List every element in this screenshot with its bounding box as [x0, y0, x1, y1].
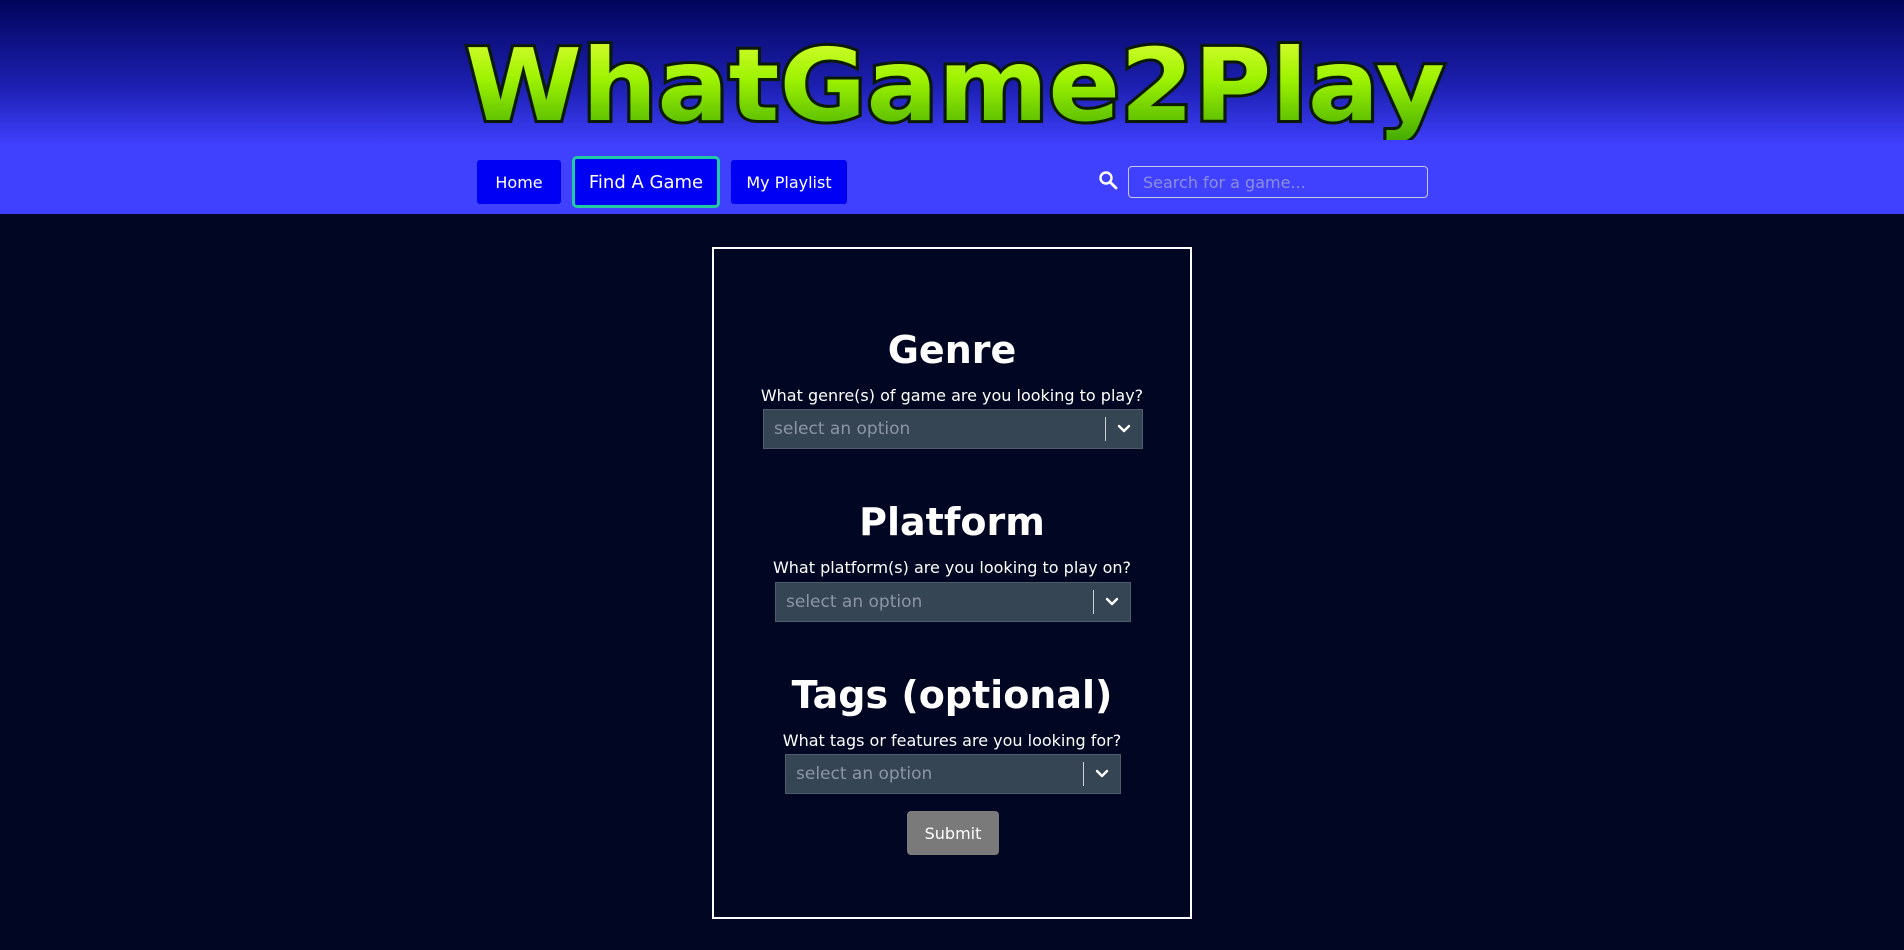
- genre-question: What genre(s) of game are you looking to…: [760, 386, 1144, 405]
- nav-find-a-game-button[interactable]: Find A Game: [572, 156, 720, 208]
- search-input[interactable]: [1128, 166, 1428, 198]
- search-icon[interactable]: [1098, 170, 1118, 190]
- tags-select-placeholder: select an option: [796, 764, 933, 784]
- platform-question: What platform(s) are you looking to play…: [772, 558, 1132, 577]
- chevron-down-icon[interactable]: [1106, 410, 1142, 448]
- logo-text: WhatGame2Play: [465, 30, 1445, 140]
- genre-select[interactable]: select an option: [763, 409, 1143, 449]
- tags-title: Tags (optional): [791, 673, 1113, 717]
- platform-select-placeholder: select an option: [786, 592, 923, 612]
- genre-title: Genre: [887, 328, 1017, 372]
- tags-question: What tags or features are you looking fo…: [782, 731, 1122, 750]
- platform-select[interactable]: select an option: [775, 582, 1131, 622]
- submit-button[interactable]: Submit: [907, 811, 999, 855]
- find-game-form: Genre What genre(s) of game are you look…: [712, 247, 1192, 919]
- nav-my-playlist-button[interactable]: My Playlist: [731, 160, 847, 204]
- chevron-down-icon[interactable]: [1094, 583, 1130, 621]
- site-header: WhatGame2Play Home Find A Game My Playli…: [0, 0, 1904, 214]
- chevron-down-icon[interactable]: [1084, 755, 1120, 793]
- tags-select[interactable]: select an option: [785, 754, 1121, 794]
- nav-home-button[interactable]: Home: [477, 160, 561, 204]
- genre-select-placeholder: select an option: [774, 419, 911, 439]
- site-logo[interactable]: WhatGame2Play: [455, 30, 1455, 140]
- platform-title: Platform: [859, 500, 1045, 544]
